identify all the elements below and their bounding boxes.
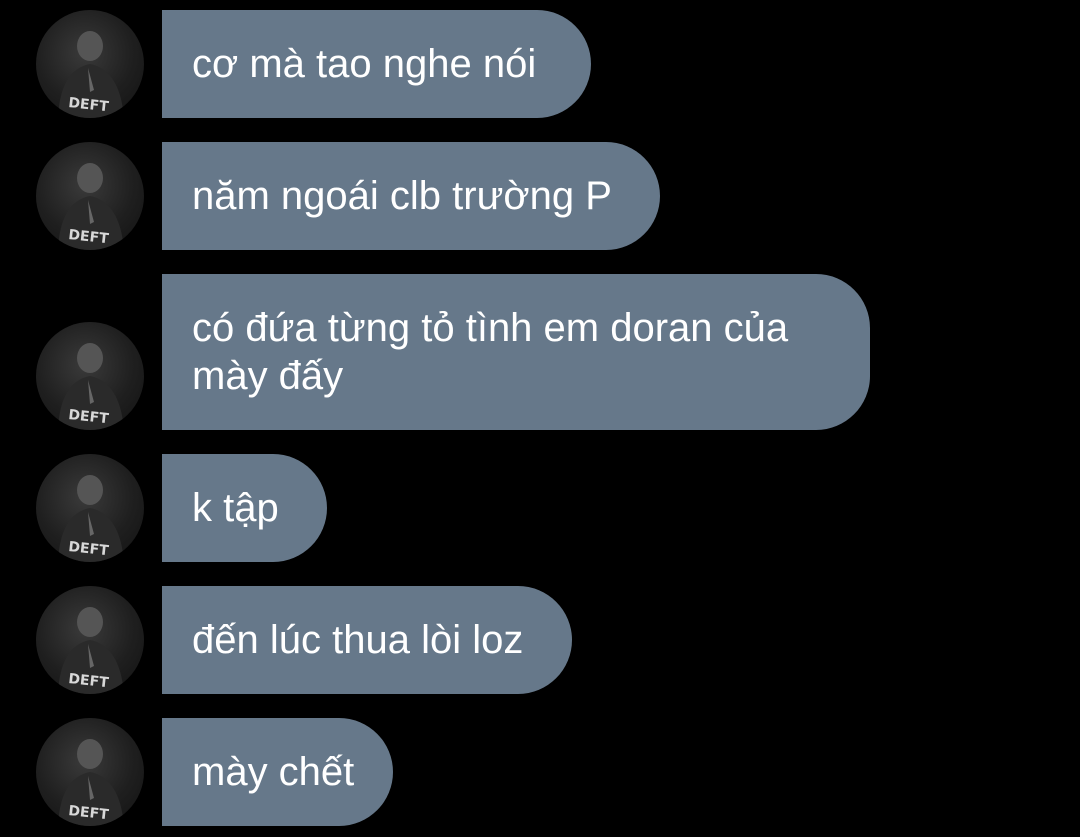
message-bubble[interactable]: k tập	[162, 454, 327, 562]
message-text: năm ngoái clb trường P	[192, 174, 612, 218]
message-text: đến lúc thua lòi loz	[192, 618, 524, 662]
message-text: k tập	[192, 486, 279, 530]
avatar-icon[interactable]: DEFT	[36, 454, 144, 562]
avatar-figure: DEFT	[58, 343, 124, 430]
avatar-icon[interactable]: DEFT	[36, 142, 144, 250]
avatar-icon[interactable]: DEFT	[36, 586, 144, 694]
message-bubble[interactable]: có đứa từng tỏ tình em doran của mày đấy	[162, 274, 870, 430]
avatar-icon[interactable]: DEFT	[36, 718, 144, 826]
avatar-figure: DEFT	[58, 163, 124, 250]
message-text: cơ mà tao nghe nói	[192, 42, 537, 86]
message-bubble[interactable]: cơ mà tao nghe nói	[162, 10, 591, 118]
avatar-icon[interactable]: DEFT	[36, 322, 144, 430]
message-bubble[interactable]: đến lúc thua lòi loz	[162, 586, 572, 694]
message-bubble[interactable]: năm ngoái clb trường P	[162, 142, 660, 250]
message-bubble[interactable]: mày chết	[162, 718, 393, 826]
message-text: có đứa từng tỏ tình em doran của mày đấy	[192, 306, 789, 398]
avatar-figure: DEFT	[58, 31, 124, 118]
avatar-figure: DEFT	[58, 739, 124, 826]
message-text: mày chết	[192, 750, 355, 794]
avatar-icon[interactable]: DEFT	[36, 10, 144, 118]
avatar-figure: DEFT	[58, 475, 124, 562]
avatar-figure: DEFT	[58, 607, 124, 694]
